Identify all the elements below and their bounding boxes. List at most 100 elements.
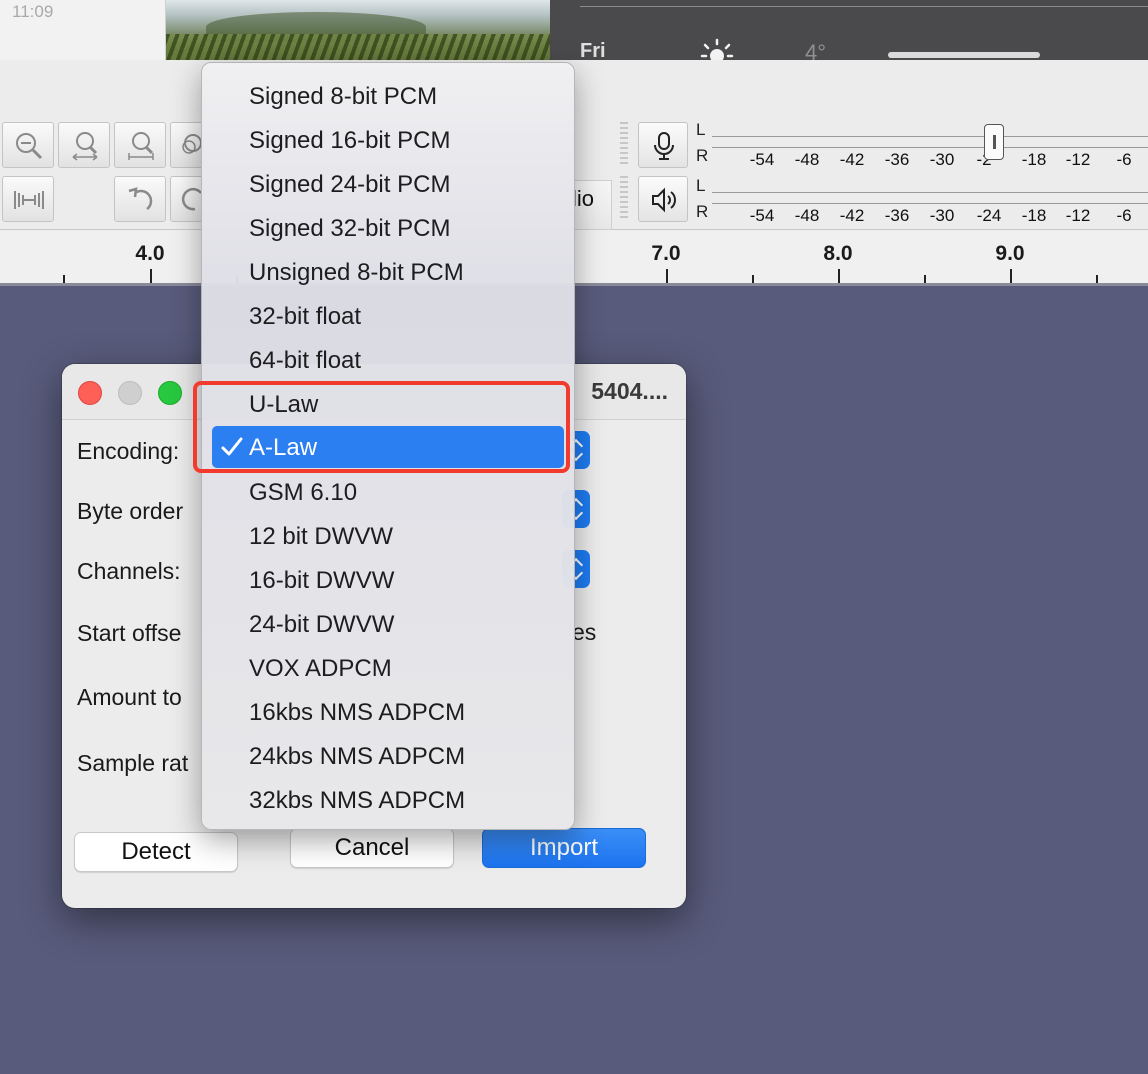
menu-item-label: 16-bit DWVW [249,567,395,594]
weather-divider [580,6,1148,7]
desktop-widgets: 11:09 Fri 4° [0,0,1148,60]
sun-icon [700,38,734,60]
menu-item-64-bit-float[interactable]: 64-bit float [212,339,564,381]
undo-button[interactable] [114,176,166,222]
playback-meter-tick: -24 [976,206,1002,225]
zoom-window-button[interactable] [158,381,182,405]
play-meter-grip[interactable] [620,176,628,220]
playback-meter-tick: -36 [884,206,910,225]
weather-widget: Fri 4° [550,0,1148,60]
record-meter-tick: -6 [1116,150,1132,169]
record-meter-tick: -18 [1021,150,1047,169]
menu-item-24-bit-dwvw[interactable]: 24-bit DWVW [212,603,564,645]
redo-button[interactable] [170,176,204,222]
menu-item-signed-32-bit-pcm[interactable]: Signed 32-bit PCM [212,207,564,249]
menu-item-signed-8-bit-pcm[interactable]: Signed 8-bit PCM [212,75,564,117]
record-meter-tick: -36 [884,150,910,169]
menu-item-12-bit-dwvw[interactable]: 12 bit DWVW [212,515,564,557]
zoom-fit-icon [72,132,98,161]
zoom-toggle-button[interactable] [170,122,204,168]
microphone-icon [654,132,674,160]
close-window-button[interactable] [78,381,102,405]
menu-item-label: 32-bit float [249,303,362,330]
menu-item-label: 16kbs NMS ADPCM [249,699,466,726]
menu-item-unsigned-8-bit-pcm[interactable]: Unsigned 8-bit PCM [212,251,564,293]
redo-icon [181,187,202,211]
photo-widget [166,0,550,60]
menu-item-vox-adpcm[interactable]: VOX ADPCM [212,647,564,689]
ruler-tick [63,275,65,283]
playback-meter[interactable]: L R -54 -48 -42 -36 -30 -24 -18 -12 -6 [696,174,1148,225]
playback-meter-left-label: L [696,176,706,195]
menu-item-label: VOX ADPCM [249,655,392,682]
record-meter-right-label: R [696,146,709,165]
byte-order-label: Byte order [77,498,184,524]
start-offset-label: Start offse [77,620,182,646]
menu-item-label: GSM 6.10 [249,479,358,506]
menu-item-16kbs-nms-adpcm[interactable]: 16kbs NMS ADPCM [212,691,564,733]
playback-meter-tick: -12 [1065,206,1091,225]
menu-item-label: Signed 8-bit PCM [249,83,438,110]
zoom-selection-icon [128,132,154,160]
record-meter-grip[interactable] [620,122,628,166]
zoom-out-icon [16,133,43,160]
annotation-highlight-box [193,381,570,473]
playback-meter-tick: -30 [929,206,955,225]
zoom-fit-button[interactable] [58,122,110,168]
menu-item-label: 64-bit float [249,347,362,374]
ruler-label: 8.0 [823,242,853,265]
sample-rate-label: Sample rat [77,750,189,776]
menu-item-signed-16-bit-pcm[interactable]: Signed 16-bit PCM [212,119,564,161]
speaker-icon [652,187,676,213]
ruler-tick [752,275,754,283]
menu-item-32-bit-float[interactable]: 32-bit float [212,295,564,337]
ruler-tick [924,275,926,283]
playback-meter-tick: -48 [794,206,820,225]
record-meter[interactable]: L R -54 -48 -42 -36 -30 -2 -18 -12 -6 [696,118,1148,169]
menu-item-32kbs-nms-adpcm[interactable]: 32kbs NMS ADPCM [212,779,564,821]
weather-day: Fri [580,40,606,60]
cancel-button[interactable]: Cancel [290,828,454,868]
playback-meter-tick: -42 [839,206,865,225]
menu-item-16-bit-dwvw[interactable]: 16-bit DWVW [212,559,564,601]
menu-item-label: 12 bit DWVW [249,523,394,550]
playback-meter-right-label: R [696,202,709,221]
zoom-out-button[interactable] [2,122,54,168]
record-volume-slider-knob[interactable] [984,124,1004,160]
zoom-toggle-icon [182,134,202,154]
menu-item-label: Signed 32-bit PCM [249,215,451,242]
menu-item-label: Signed 16-bit PCM [249,127,451,154]
record-meter-button[interactable] [638,122,688,168]
menu-item-gsm-6-10[interactable]: GSM 6.10 [212,471,564,513]
play-meter-button[interactable] [638,176,688,222]
menu-item-label: 24-bit DWVW [249,611,395,638]
ruler-label: 4.0 [135,242,165,265]
playback-meter-tick: -18 [1021,206,1047,225]
record-meter-tick: -54 [749,150,775,169]
trim-icon [14,191,44,209]
ruler-tick [666,269,668,283]
amount-to-import-label: Amount to [77,684,182,710]
clock-widget: 11:09 [0,0,166,60]
ruler-tick [1096,275,1098,283]
weather-bar [888,52,1040,58]
menu-item-label: Signed 24-bit PCM [249,171,451,198]
playback-meter-scale: -54 -48 -42 -36 -30 -24 -18 -12 -6 [712,192,1148,225]
record-meter-left-label: L [696,120,706,139]
menu-item-label: 24kbs NMS ADPCM [249,743,466,770]
device-label: lio [572,186,595,211]
photo-vineyard [166,34,550,60]
ruler-tick [150,269,152,283]
record-meter-tick: -42 [839,150,865,169]
record-meter-tick: -12 [1065,150,1091,169]
detect-button[interactable]: Detect [74,832,238,872]
trim-button[interactable] [2,176,54,222]
menu-item-24kbs-nms-adpcm[interactable]: 24kbs NMS ADPCM [212,735,564,777]
ruler-tick [1010,269,1012,283]
dialog-title: 5404.... [591,378,668,404]
import-button[interactable]: Import [482,828,646,868]
minimize-window-button[interactable] [118,381,142,405]
undo-icon [128,187,153,210]
zoom-selection-button[interactable] [114,122,166,168]
menu-item-signed-24-bit-pcm[interactable]: Signed 24-bit PCM [212,163,564,205]
